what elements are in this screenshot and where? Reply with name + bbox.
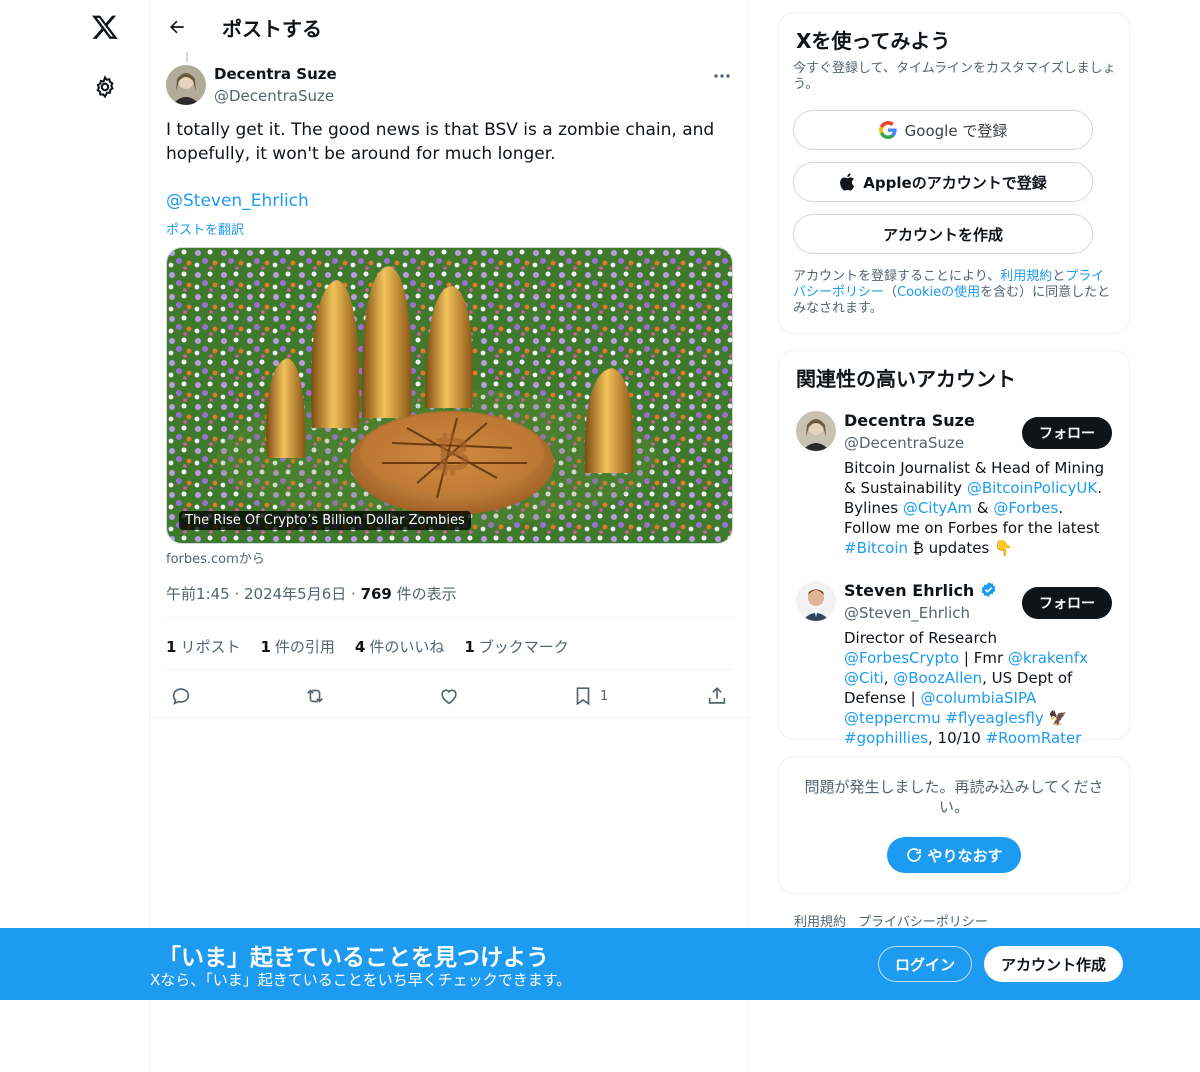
bio-link[interactable]: @CityAm xyxy=(903,499,972,517)
divider xyxy=(166,617,733,618)
views-label: 件の表示 xyxy=(391,585,457,603)
bio-link[interactable]: @Citi xyxy=(844,669,884,687)
bookmark-button[interactable]: 1 xyxy=(572,684,608,708)
like-icon[interactable] xyxy=(438,684,460,708)
apple-icon xyxy=(840,173,855,191)
card-caption: The Rise Of Crypto’s Billion Dollar Zomb… xyxy=(179,511,471,530)
divider xyxy=(150,717,750,718)
svg-text:₿: ₿ xyxy=(433,427,471,481)
login-button[interactable]: ログイン xyxy=(878,946,972,982)
google-signup-button[interactable]: Google で登録 xyxy=(793,110,1093,150)
relevant-accounts-box: 関連性の高いアカウント Decentra Suze @DecentraSuze … xyxy=(778,350,1130,747)
account-bio: Bitcoin Journalist & Head of Mining & Su… xyxy=(844,459,1105,557)
author-handle[interactable]: @DecentraSuze xyxy=(214,87,334,105)
engagement-stats: 1 リポスト 1 件の引用 4 件のいいね 1 ブックマーク xyxy=(166,636,569,657)
bio-link[interactable]: #Bitcoin xyxy=(844,539,908,557)
reply-icon[interactable] xyxy=(170,684,192,708)
bio-link[interactable]: @BoozAllen xyxy=(893,669,982,687)
banner-subtitle: Xなら、「いま」起きていることをいち早くチェックできます。 xyxy=(150,971,572,989)
google-icon xyxy=(878,121,897,139)
bio-link[interactable]: @ForbesCrypto xyxy=(844,649,959,667)
avatar[interactable] xyxy=(796,581,836,621)
share-icon[interactable] xyxy=(706,684,728,708)
main-column: ポストする Decentra Suze @DecentraSuze I tota… xyxy=(149,0,750,1072)
banner-title: 「いま」起きていることを見つけよう xyxy=(158,945,549,971)
stat-quotes[interactable]: 1 件の引用 xyxy=(260,636,334,657)
banner-create-account-button[interactable]: アカウント作成 xyxy=(984,946,1123,982)
avatar[interactable] xyxy=(166,65,206,105)
x-logo-icon[interactable] xyxy=(88,10,122,44)
signup-box: Xを使ってみよう 今すぐ登録して、タイムラインをカスタマイズしましょう。 Goo… xyxy=(778,12,1130,334)
card-image: ₿ xyxy=(167,248,732,543)
left-nav xyxy=(0,0,150,1072)
stat-reposts[interactable]: 1 リポスト xyxy=(166,636,240,657)
account-bio: Director of Research @ForbesCrypto | Fmr… xyxy=(844,629,1088,747)
error-box: 問題が発生しました。再読み込みしてください。 やりなおす xyxy=(778,756,1130,894)
account-handle[interactable]: @DecentraSuze xyxy=(844,434,964,452)
refresh-icon xyxy=(907,848,922,862)
cookie-link[interactable]: Cookieの使用 xyxy=(897,285,980,300)
post-meta: 午前1:45 · 2024年5月6日 · 769 件の表示 xyxy=(166,583,457,604)
bio-link[interactable]: @teppercmu xyxy=(844,709,941,727)
signup-subtitle: 今すぐ登録して、タイムラインをカスタマイズしましょう。 xyxy=(793,61,1116,92)
bio-link[interactable]: @Forbes xyxy=(993,499,1058,517)
author-name[interactable]: Decentra Suze xyxy=(214,65,337,83)
account-handle[interactable]: @Steven_Ehrlich xyxy=(844,604,970,622)
signup-title: Xを使ってみよう xyxy=(796,29,951,53)
bio-link[interactable]: #gophillies xyxy=(844,729,928,747)
translate-link[interactable]: ポストを翻訳 xyxy=(166,219,244,238)
action-bar: 1 xyxy=(150,676,750,716)
stat-likes[interactable]: 4 件のいいね xyxy=(355,636,444,657)
account-name[interactable]: Decentra Suze xyxy=(844,411,975,430)
bio-link[interactable]: @columbiaSIPA xyxy=(920,689,1036,707)
signup-legal-text: アカウントを登録することにより、利用規約とプライバシーポリシー（Cookieの使… xyxy=(793,269,1111,316)
bio-link[interactable]: @krakenfx xyxy=(1008,649,1088,667)
bio-link[interactable]: #flyeaglesfly xyxy=(945,709,1043,727)
follow-button[interactable]: フォロー xyxy=(1022,587,1112,619)
account-name[interactable]: Steven Ehrlich xyxy=(844,581,997,600)
terms-link[interactable]: 利用規約 xyxy=(1000,269,1052,284)
link-card[interactable]: ₿ The Rise Of Crypto’s Billion Dollar Zo… xyxy=(166,247,733,544)
bookmark-count: 1 xyxy=(600,688,609,704)
verified-badge-icon xyxy=(981,582,996,597)
more-options-icon[interactable] xyxy=(710,66,734,86)
page-title: ポストする xyxy=(222,17,322,41)
retry-button[interactable]: やりなおす xyxy=(887,837,1021,873)
stat-bookmarks[interactable]: 1 ブックマーク xyxy=(464,636,568,657)
create-account-button[interactable]: アカウントを作成 xyxy=(793,214,1093,254)
view-count: 769 xyxy=(360,585,392,603)
mention-link[interactable]: @Steven_Ehrlich xyxy=(166,191,309,211)
follow-button[interactable]: フォロー xyxy=(1022,417,1112,449)
post-text: I totally get it. The good news is that … xyxy=(166,120,715,164)
apple-signup-button[interactable]: Appleのアカウントで登録 xyxy=(793,162,1093,202)
divider xyxy=(166,669,733,670)
gear-icon[interactable] xyxy=(88,70,122,104)
bio-link[interactable]: @BitcoinPolicyUK xyxy=(967,479,1097,497)
back-arrow-icon[interactable] xyxy=(162,12,192,42)
post-time[interactable]: 午前1:45 · 2024年5月6日 · xyxy=(166,585,361,603)
bio-link[interactable]: #RoomRater xyxy=(986,729,1082,747)
bookmark-icon xyxy=(576,687,590,706)
signup-banner: 「いま」起きていることを見つけよう Xなら、「いま」起きていることをいち早くチェ… xyxy=(0,928,1200,1000)
thread-line xyxy=(186,52,188,62)
error-message: 問題が発生しました。再読み込みしてください。 xyxy=(804,778,1104,816)
relevant-title: 関連性の高いアカウント xyxy=(796,367,1016,391)
avatar[interactable] xyxy=(796,411,836,451)
card-source[interactable]: forbes.comから xyxy=(166,548,265,567)
repost-icon[interactable] xyxy=(304,684,326,708)
top-bar: ポストする xyxy=(150,0,750,54)
